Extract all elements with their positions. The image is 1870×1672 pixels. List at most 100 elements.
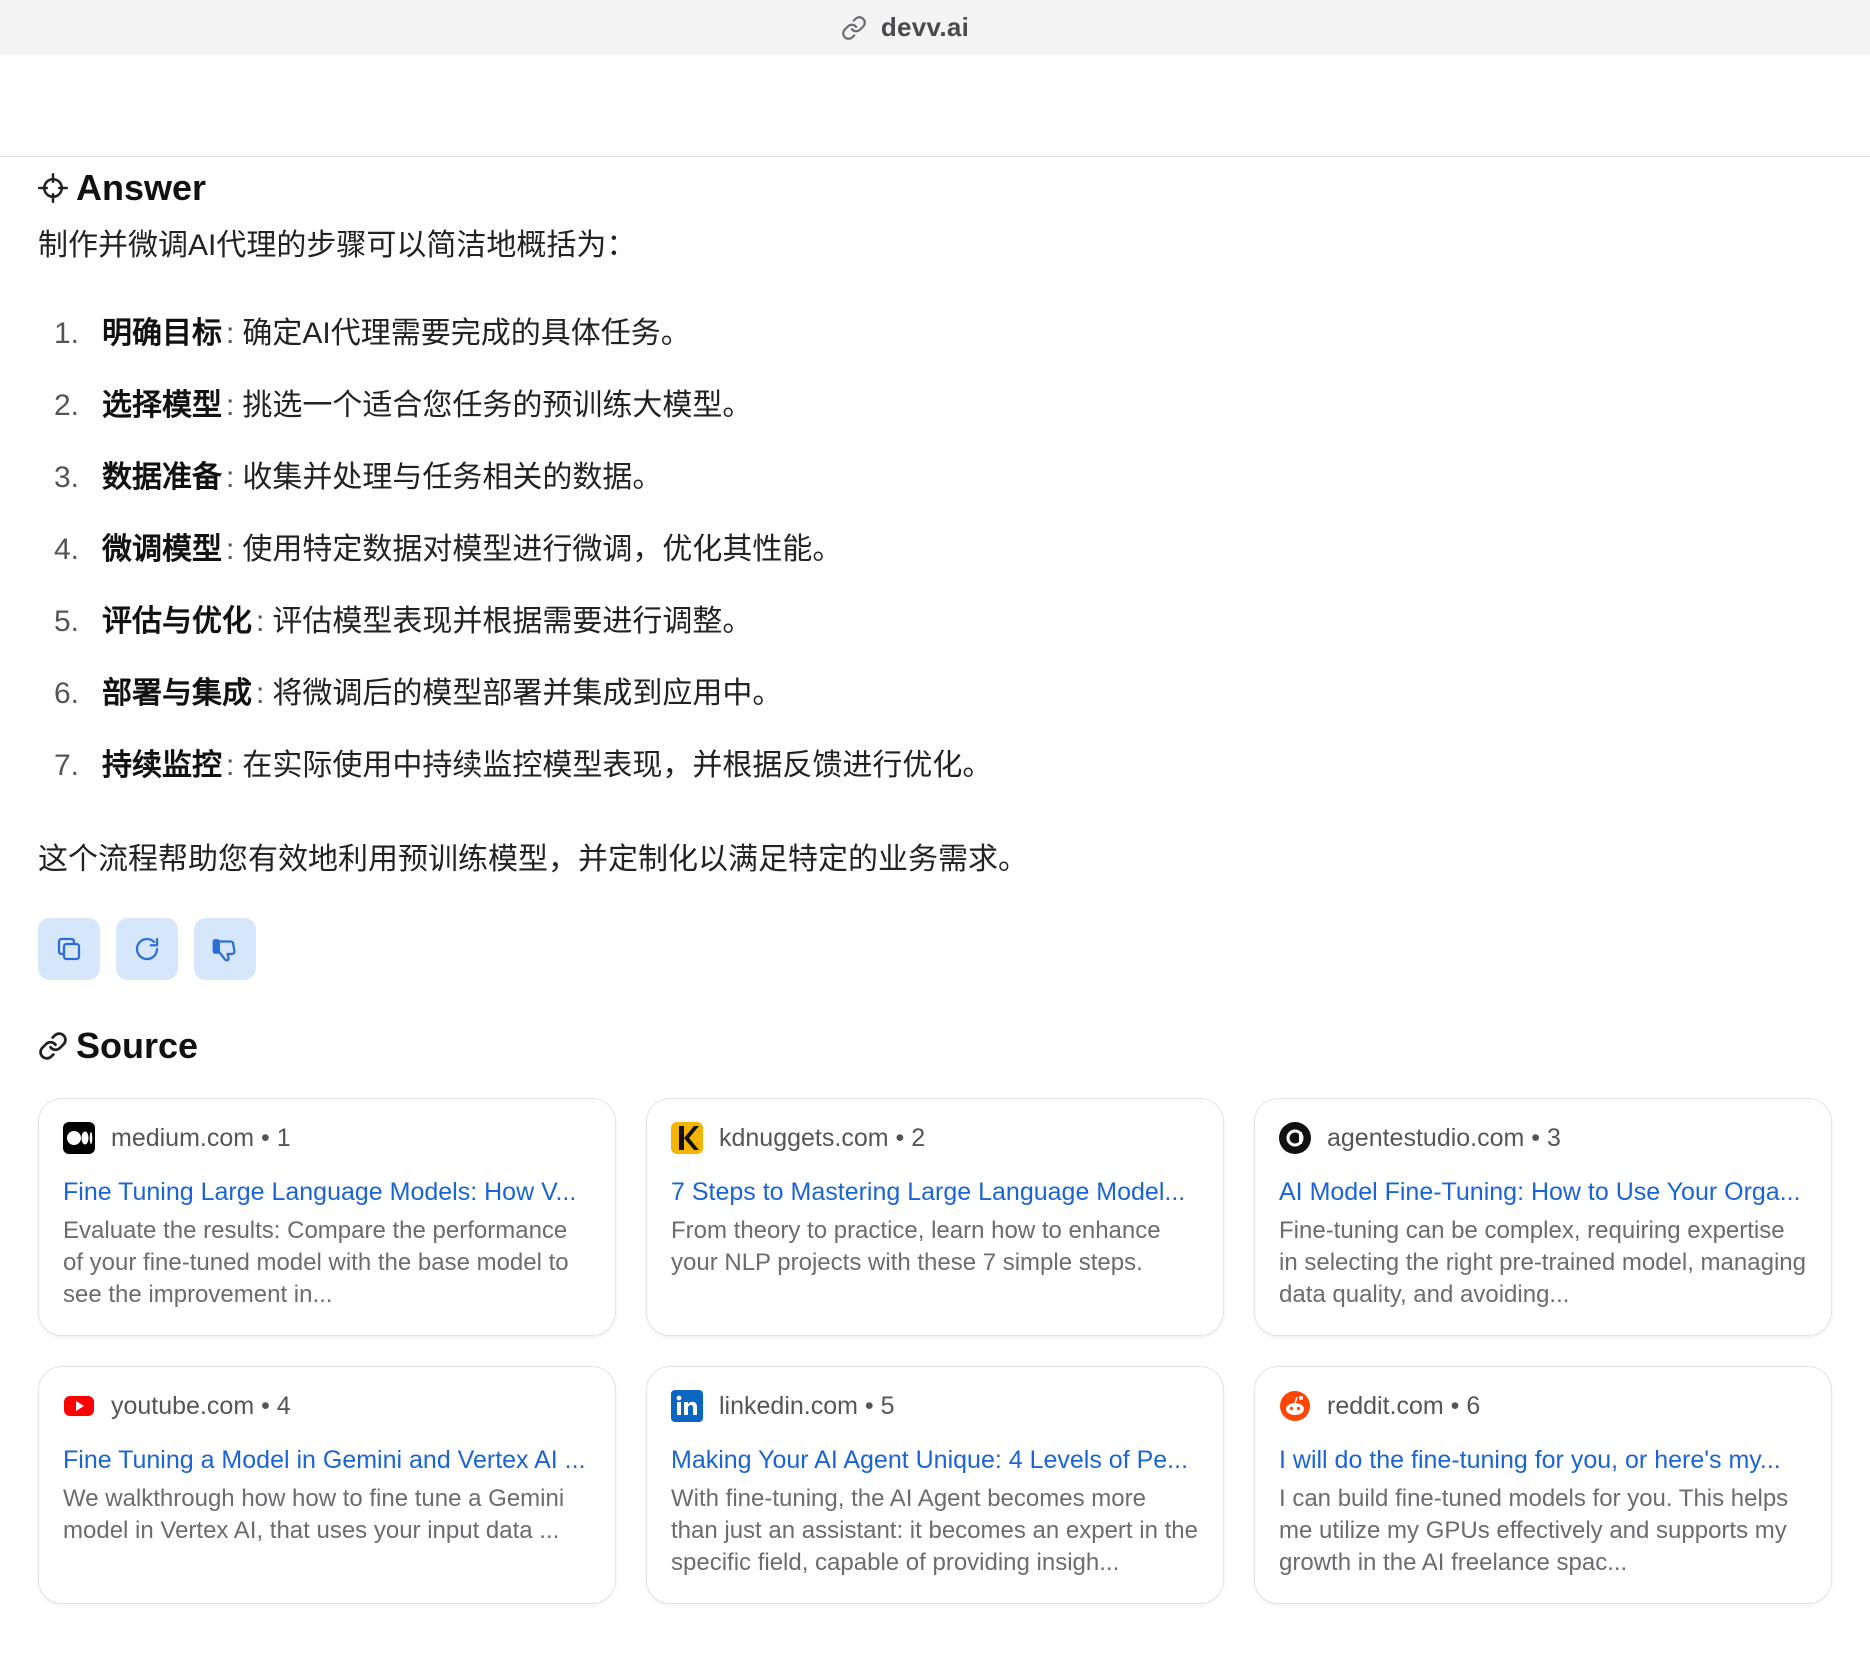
- source-snippet: From theory to practice, learn how to en…: [671, 1217, 1161, 1276]
- step-term: 持续监控: [102, 749, 222, 782]
- list-item: 4. 微调模型 : 使用特定数据对模型进行微调，优化其性能。: [54, 528, 1838, 600]
- source-title-link[interactable]: Fine Tuning a Model in Gemini and Vertex…: [63, 1443, 591, 1477]
- step-number: 6.: [54, 677, 80, 710]
- header-divider: [0, 156, 1870, 157]
- step-text: 将微调后的模型部署并集成到应用中。: [272, 677, 783, 710]
- step-separator: :: [226, 317, 235, 350]
- step-text: 确定AI代理需要完成的具体任务。: [242, 317, 691, 350]
- medium-icon: [63, 1122, 95, 1154]
- source-card-youtube[interactable]: youtube.com • 4 Fine Tuning a Model in G…: [38, 1366, 616, 1604]
- source-card-agentestudio[interactable]: agentestudio.com • 3 AI Model Fine-Tunin…: [1254, 1098, 1832, 1336]
- step-number: 4.: [54, 533, 80, 566]
- list-item: 3. 数据准备 : 收集并处理与任务相关的数据。: [54, 456, 1838, 528]
- source-snippet: I can build fine-tuned models for you. T…: [1279, 1485, 1789, 1576]
- step-term: 微调模型: [102, 533, 222, 566]
- step-number: 7.: [54, 749, 80, 782]
- dislike-button[interactable]: [194, 918, 256, 980]
- list-item: 7. 持续监控 : 在实际使用中持续监控模型表现，并根据反馈进行优化。: [54, 744, 1838, 816]
- bullet-separator: •: [1443, 1391, 1467, 1420]
- main-content: Answer 制作并微调AI代理的步骤可以简洁地概括为： 1. 明确目标 : 确…: [38, 162, 1838, 1604]
- source-card-kdnuggets[interactable]: kdnuggets.com • 2 7 Steps to Mastering L…: [646, 1098, 1224, 1336]
- refresh-icon: [135, 937, 159, 961]
- source-index: 3: [1547, 1123, 1561, 1152]
- step-term: 评估与优化: [102, 605, 252, 638]
- kdnuggets-icon: [671, 1122, 703, 1154]
- address-bar[interactable]: devv.ai: [0, 0, 1870, 55]
- source-title: Source: [76, 1025, 199, 1066]
- source-snippet: We walkthrough how how to fine tune a Ge…: [63, 1485, 565, 1544]
- source-index: 5: [880, 1391, 895, 1420]
- step-text: 在实际使用中持续监控模型表现，并根据反馈进行优化。: [242, 749, 993, 782]
- step-term: 明确目标: [102, 317, 222, 350]
- source-snippet: Evaluate the results: Compare the perfor…: [63, 1217, 569, 1308]
- step-separator: :: [226, 749, 235, 782]
- list-item: 6. 部署与集成 : 将微调后的模型部署并集成到应用中。: [54, 672, 1838, 744]
- step-number: 3.: [54, 461, 80, 494]
- card-header: agentestudio.com • 3: [1279, 1121, 1807, 1155]
- card-header: medium.com • 1: [63, 1121, 591, 1155]
- card-header: kdnuggets.com • 2: [671, 1121, 1199, 1155]
- bullet-separator: •: [254, 1391, 277, 1420]
- link-icon: [39, 1032, 67, 1060]
- agentestudio-icon: [1279, 1122, 1311, 1154]
- bullet-separator: •: [857, 1391, 881, 1420]
- link-icon: [841, 15, 866, 40]
- step-number: 2.: [54, 389, 80, 422]
- list-item: 5. 评估与优化 : 评估模型表现并根据需要进行调整。: [54, 600, 1838, 672]
- source-title-link[interactable]: I will do the fine-tuning for you, or he…: [1279, 1443, 1807, 1477]
- source-heading: Source: [38, 1020, 1838, 1072]
- step-term: 选择模型: [102, 389, 222, 422]
- answer-intro: 制作并微调AI代理的步骤可以简洁地概括为：: [38, 229, 637, 262]
- steps-list: 1. 明确目标 : 确定AI代理需要完成的具体任务。 2. 选择模型 : 挑选一…: [54, 312, 1838, 816]
- reddit-icon: [1279, 1390, 1311, 1422]
- source-index: 6: [1466, 1391, 1481, 1420]
- list-item: 2. 选择模型 : 挑选一个适合您任务的预训练大模型。: [54, 384, 1838, 456]
- step-separator: :: [226, 389, 235, 422]
- answer-actions: [38, 918, 1838, 980]
- source-title-link[interactable]: Making Your AI Agent Unique: 4 Levels of…: [671, 1443, 1199, 1477]
- source-title-link[interactable]: Fine Tuning Large Language Models: How V…: [63, 1175, 591, 1209]
- source-site: linkedin.com: [719, 1391, 858, 1420]
- source-cards: medium.com • 1 Fine Tuning Large Languag…: [38, 1098, 1838, 1604]
- step-term: 数据准备: [102, 461, 222, 494]
- step-text: 挑选一个适合您任务的预训练大模型。: [242, 389, 753, 422]
- youtube-icon: [63, 1390, 95, 1422]
- source-card-medium[interactable]: medium.com • 1 Fine Tuning Large Languag…: [38, 1098, 616, 1336]
- source-site: kdnuggets.com: [719, 1123, 889, 1152]
- step-number: 5.: [54, 605, 80, 638]
- source-site: reddit.com: [1327, 1391, 1444, 1420]
- source-index: 2: [911, 1123, 926, 1152]
- bullet-separator: •: [888, 1123, 912, 1152]
- source-site: youtube.com: [111, 1391, 255, 1420]
- source-title-link[interactable]: AI Model Fine-Tuning: How to Use Your Or…: [1279, 1175, 1807, 1209]
- step-number: 1.: [54, 317, 80, 350]
- step-separator: :: [226, 461, 235, 494]
- source-card-reddit[interactable]: reddit.com • 6 I will do the fine-tuning…: [1254, 1366, 1832, 1604]
- copy-button[interactable]: [38, 918, 100, 980]
- linkedin-icon: [671, 1390, 703, 1422]
- source-snippet: Fine-tuning can be complex, requiring ex…: [1279, 1217, 1806, 1308]
- card-header: linkedin.com • 5: [671, 1389, 1199, 1423]
- url-text: devv.ai: [880, 12, 970, 42]
- step-separator: :: [256, 677, 265, 710]
- card-header: reddit.com • 6: [1279, 1389, 1807, 1423]
- card-header: youtube.com • 4: [63, 1389, 591, 1423]
- step-term: 部署与集成: [102, 677, 252, 710]
- source-snippet: With fine-tuning, the AI Agent becomes m…: [671, 1485, 1198, 1576]
- regenerate-button[interactable]: [116, 918, 178, 980]
- copy-icon: [57, 937, 81, 961]
- crosshair-icon: [38, 173, 68, 203]
- step-separator: :: [226, 533, 235, 566]
- source-site: agentestudio.com: [1327, 1123, 1525, 1152]
- source-title-link[interactable]: 7 Steps to Mastering Large Language Mode…: [671, 1175, 1199, 1209]
- source-index: 4: [276, 1391, 291, 1420]
- source-card-linkedin[interactable]: linkedin.com • 5 Making Your AI Agent Un…: [646, 1366, 1224, 1604]
- source-index: 1: [276, 1123, 291, 1152]
- step-text: 收集并处理与任务相关的数据。: [242, 461, 663, 494]
- bullet-separator: •: [254, 1123, 277, 1152]
- answer-title: Answer: [76, 167, 207, 208]
- step-text: 评估模型表现并根据需要进行调整。: [272, 605, 753, 638]
- bullet-separator: •: [1524, 1123, 1548, 1152]
- step-separator: :: [256, 605, 265, 638]
- step-text: 使用特定数据对模型进行微调，优化其性能。: [242, 533, 843, 566]
